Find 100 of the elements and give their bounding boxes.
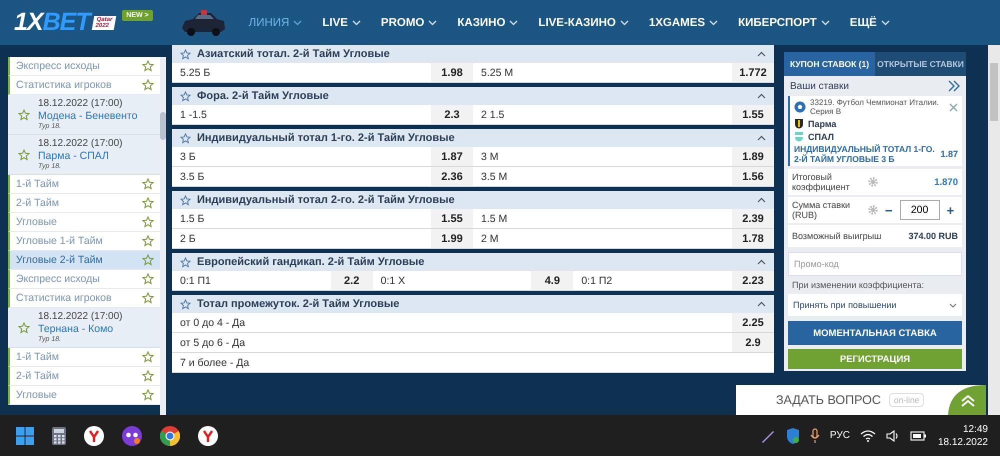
- chat-label: ЗАДАТЬ ВОПРОС: [776, 393, 881, 407]
- odds-button[interactable]: 4.9: [531, 271, 574, 290]
- odds-button[interactable]: 1.56: [732, 167, 774, 186]
- odds-button[interactable]: 2.9: [732, 333, 774, 352]
- outcome-label: 3 М: [480, 150, 500, 162]
- star-icon[interactable]: [142, 351, 154, 363]
- market-header[interactable]: Индивидуальный тотал 1-го. 2-й Тайм Угловые: [172, 129, 774, 147]
- speaker-icon[interactable]: [886, 430, 900, 442]
- odds-button[interactable]: 1.99: [431, 229, 473, 248]
- clock-time[interactable]: 12:49: [962, 422, 988, 436]
- nav-item[interactable]: ЕЩЁ: [840, 16, 900, 28]
- match-date: 18.12.2022 (17:00): [38, 98, 124, 110]
- nav-item[interactable]: PROMO: [370, 16, 448, 28]
- chrome-icon[interactable]: [160, 426, 180, 446]
- possible-win-label: Возможный выигрыш: [792, 231, 882, 241]
- chat-widget[interactable]: ЗАДАТЬ ВОПРОС on-line: [736, 385, 986, 415]
- star-icon[interactable]: [180, 194, 191, 206]
- star-icon[interactable]: [18, 322, 30, 334]
- browser-icon[interactable]: [84, 426, 104, 446]
- windows-icon[interactable]: [16, 426, 34, 444]
- clock-date[interactable]: 18.12.2022: [938, 436, 988, 448]
- outcome-label: от 0 до 4 - Да: [179, 316, 246, 328]
- star-icon[interactable]: [180, 132, 191, 144]
- odds-button[interactable]: 1.78: [732, 229, 774, 248]
- stake-field[interactable]: 200: [900, 200, 940, 220]
- collapse-icon[interactable]: [757, 135, 766, 141]
- scrollbar[interactable]: [160, 57, 166, 415]
- collapse-icon[interactable]: [757, 93, 766, 99]
- collapse-icon[interactable]: [757, 197, 766, 203]
- odds-button[interactable]: 1.89: [732, 147, 774, 166]
- collapse-icon[interactable]: [757, 301, 766, 307]
- star-icon[interactable]: [180, 298, 191, 310]
- shield-icon[interactable]: [786, 428, 800, 444]
- star-icon[interactable]: [142, 370, 154, 382]
- browser-icon[interactable]: [198, 426, 218, 446]
- chevron-down-icon[interactable]: [293, 20, 302, 26]
- bet-slip-tab[interactable]: КУПОН СТАВОК (1): [784, 52, 875, 76]
- chevron-down-icon[interactable]: [949, 302, 957, 308]
- nav-item[interactable]: LIVE: [312, 16, 371, 28]
- odds-button[interactable]: 2.2: [330, 271, 373, 290]
- odds-button[interactable]: 2.36: [431, 167, 473, 186]
- wifi-icon[interactable]: [860, 430, 876, 442]
- language-indicator[interactable]: РУС: [830, 430, 850, 441]
- market-header[interactable]: Азиатский тотал. 2-й Тайм Угловые: [172, 45, 774, 63]
- sidebar-item[interactable]: Угловые 2-й Тайм: [8, 251, 160, 270]
- shield-icon: [794, 131, 804, 142]
- star-icon[interactable]: [180, 256, 191, 268]
- star-icon[interactable]: [142, 389, 154, 401]
- battery-icon[interactable]: [910, 430, 928, 442]
- market-header[interactable]: Европейский гандикап. 2-й Тайм Угловые: [172, 253, 774, 271]
- odds-button[interactable]: 2.25: [732, 313, 774, 332]
- chevron-up-icon[interactable]: [948, 385, 986, 415]
- odds-change-dropdown[interactable]: Принять при повышении: [788, 294, 962, 316]
- market-header[interactable]: Фора. 2-й Тайм Угловые: [172, 87, 774, 105]
- odds-button[interactable]: 1.87: [431, 147, 473, 166]
- odds-button[interactable]: 2.3: [431, 105, 473, 124]
- odds-button[interactable]: 2.23: [732, 271, 774, 290]
- calculator-icon[interactable]: [52, 426, 66, 444]
- nav-item[interactable]: КАЗИНО: [447, 16, 528, 28]
- star-icon[interactable]: [18, 148, 30, 160]
- star-icon[interactable]: [142, 197, 154, 209]
- odds-button[interactable]: 1.98: [431, 63, 473, 82]
- star-icon[interactable]: [142, 178, 154, 190]
- mask-icon[interactable]: [122, 426, 142, 446]
- status-badge: on-line: [888, 393, 924, 407]
- star-icon[interactable]: [142, 254, 154, 266]
- outcome-label: 2 М: [480, 232, 500, 244]
- star-icon[interactable]: [142, 273, 154, 285]
- star-icon[interactable]: [142, 60, 154, 72]
- collapse-icon[interactable]: [757, 259, 766, 265]
- double-chevron-icon[interactable]: [948, 80, 960, 92]
- microphone-icon[interactable]: [810, 428, 820, 444]
- close-icon[interactable]: [949, 102, 958, 112]
- promo-code-field[interactable]: Промо-код: [788, 252, 962, 276]
- nav-item[interactable]: 1XGAMES: [638, 16, 728, 28]
- star-icon[interactable]: [142, 216, 154, 228]
- nav-item[interactable]: ЛИНИЯ: [238, 16, 312, 28]
- star-icon[interactable]: [180, 90, 191, 102]
- collapse-icon[interactable]: [757, 51, 766, 57]
- instant-bet-button[interactable]: МОМЕНТАЛЬНАЯ СТАВКА: [788, 321, 962, 345]
- market-header[interactable]: Тотал промежуток. 2-й Тайм Угловые: [172, 295, 774, 313]
- nav-item[interactable]: КИБЕРСПОРТ: [728, 16, 840, 28]
- increase-button[interactable]: +: [944, 202, 958, 218]
- logo[interactable]: 1XBET: [14, 8, 90, 37]
- star-icon[interactable]: [142, 235, 154, 247]
- odds-button[interactable]: 1.55: [732, 105, 774, 124]
- odds-button[interactable]: 2.39: [732, 209, 774, 228]
- decrease-button[interactable]: −: [882, 202, 896, 218]
- star-icon[interactable]: [142, 292, 154, 304]
- star-icon[interactable]: [180, 48, 191, 60]
- star-icon[interactable]: [142, 79, 154, 91]
- odds-button[interactable]: 1.55: [431, 209, 473, 228]
- nav-item[interactable]: LIVE-КАЗИНО: [528, 16, 639, 28]
- bet-slip-tab[interactable]: ОТКРЫТЫЕ СТАВКИ: [875, 52, 966, 76]
- market-header[interactable]: Индивидуальный тотал 2-го. 2-й Тайм Угловые: [172, 191, 774, 209]
- odds-button[interactable]: 1.772: [732, 63, 774, 82]
- scrollbar[interactable]: [988, 45, 1000, 415]
- outcome-label: 0:1 П2: [580, 274, 614, 286]
- star-icon[interactable]: [18, 108, 30, 120]
- stake-label: Сумма ставки (RUB): [792, 200, 852, 220]
